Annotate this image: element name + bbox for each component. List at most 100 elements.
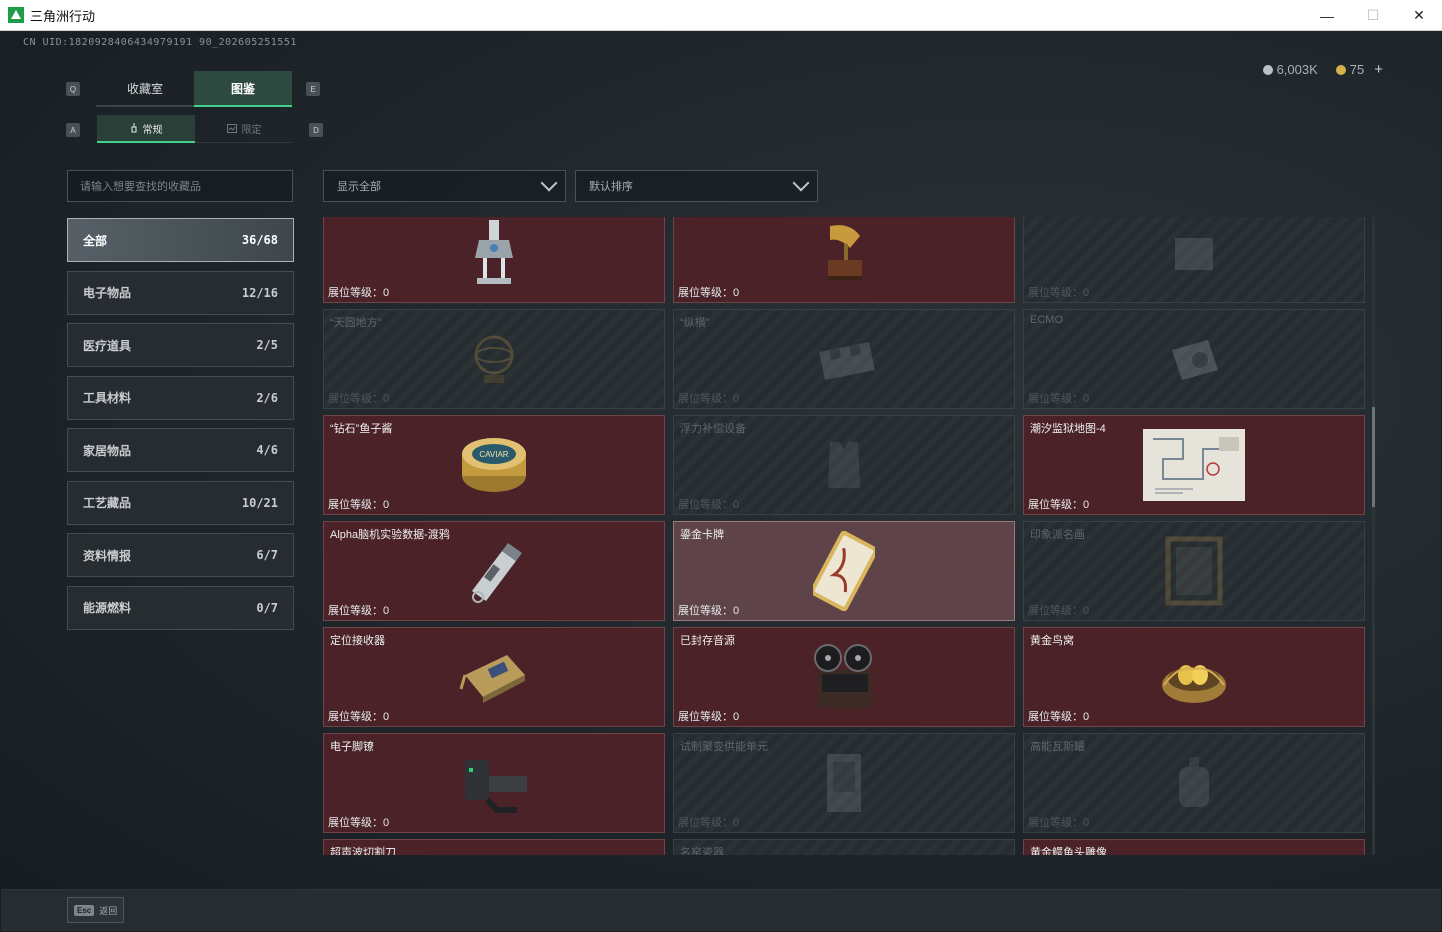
category-household[interactable]: 家居物品 4/6 xyxy=(67,428,294,472)
data-canister-icon xyxy=(458,535,530,607)
collection-card[interactable]: 黄金鳄鱼头雕像展位等级：0 xyxy=(1023,839,1365,855)
card-display-level: 展位等级：0 xyxy=(678,605,740,617)
card-title: “天圆地方” xyxy=(330,317,382,329)
caviar-tin-icon: CAVIAR xyxy=(459,432,529,498)
collection-card[interactable]: 鎏金卡牌展位等级：0 xyxy=(673,521,1015,621)
close-button[interactable]: ✕ xyxy=(1396,0,1442,31)
category-count: 2/6 xyxy=(256,390,278,405)
collection-card[interactable]: 浮力补偿设备 展位等级：0 xyxy=(673,415,1015,515)
category-tools[interactable]: 工具材料 2/6 xyxy=(67,375,294,420)
chevron-down-icon xyxy=(540,174,558,192)
tab-limited[interactable]: 限定 xyxy=(195,115,293,143)
scrollbar-thumb[interactable] xyxy=(1372,407,1375,507)
card-title: 黄金鸟窝 xyxy=(1030,635,1074,647)
category-intel[interactable]: 资料情报 6/7 xyxy=(67,533,294,577)
collection-card[interactable]: 已封存音源 展位等级：0 xyxy=(673,627,1015,727)
golden-nest-icon xyxy=(1158,645,1230,709)
category-energy[interactable]: 能源燃料 0/7 xyxy=(67,585,294,630)
collection-card[interactable]: 电子脚镣 展位等级：0 xyxy=(323,733,665,833)
card-title: “纵横” xyxy=(680,317,710,329)
key-d-hint: D xyxy=(309,123,323,137)
category-label: 医疗道具 xyxy=(83,338,132,353)
card-display-level: 展位等级：0 xyxy=(678,817,740,829)
category-label: 工具材料 xyxy=(83,391,132,405)
limited-tab-icon xyxy=(226,124,237,133)
silver-balance: 6,003K xyxy=(1262,61,1318,78)
key-q-hint: Q xyxy=(66,82,80,96)
card-display-level: 展位等级：0 xyxy=(1028,287,1090,299)
gold-balance[interactable]: 75 + xyxy=(1335,61,1383,78)
card-display-level: 展位等级：0 xyxy=(328,499,390,511)
gramophone-icon xyxy=(820,222,868,284)
card-display-level: 展位等级：0 xyxy=(328,605,390,617)
card-title: 潮汐监狱地图-4 xyxy=(1030,423,1106,435)
gilded-card-icon xyxy=(813,531,875,611)
painting-frame-icon xyxy=(1164,535,1224,607)
esc-key-hint: Esc xyxy=(74,904,95,916)
tab-regular-label: 常规 xyxy=(142,124,163,136)
collection-card[interactable]: 展位等级：0 xyxy=(673,217,1015,303)
card-display-level: 展位等级：0 xyxy=(1028,711,1090,723)
category-list: 全部 36/68 电子物品 12/16 医疗道具 2/5 工具材料 2/6 家居物品 4/… xyxy=(67,218,294,638)
window-title: 三角洲行动 xyxy=(30,8,96,24)
collection-card[interactable]: 潮汐监狱地图-4 展位等级：0 xyxy=(1023,415,1365,515)
filter-show-dropdown[interactable]: 显示全部 xyxy=(323,170,566,202)
collection-card[interactable]: Alpha脑机实验数据-渡鸦 展位等级：0 xyxy=(323,521,665,621)
card-display-level: 展位等级：0 xyxy=(678,287,740,299)
search-input[interactable]: 请输入想要查找的收藏品 xyxy=(67,170,293,202)
back-button[interactable]: Esc 返回 xyxy=(67,897,125,923)
sort-dropdown[interactable]: 默认排序 xyxy=(575,170,818,202)
card-display-level: 展位等级：0 xyxy=(1028,605,1090,617)
collection-card[interactable]: 展位等级：0 xyxy=(1023,217,1365,303)
gas-tank-icon xyxy=(1169,753,1219,813)
collection-card[interactable]: 超声波切割刀展位等级：0 xyxy=(323,839,665,855)
collection-card[interactable]: 展位等级：0 xyxy=(323,217,665,303)
collection-card[interactable]: 试制聚变供能单元 展位等级：0 xyxy=(673,733,1015,833)
category-medical[interactable]: 医疗道具 2/5 xyxy=(67,323,294,367)
window-controls: — ☐ ✕ xyxy=(1304,0,1442,31)
box-icon xyxy=(1169,228,1219,278)
add-currency-button[interactable]: + xyxy=(1374,61,1383,78)
key-e-hint: E xyxy=(306,82,320,96)
collection-card[interactable]: “天圆地方” 展位等级：0 xyxy=(323,309,665,409)
collection-card[interactable]: ECMO 展位等级：0 xyxy=(1023,309,1365,409)
player-uid: CN UID:1820928406434979191 90_2026052515… xyxy=(23,37,297,48)
category-all[interactable]: 全部 36/68 xyxy=(67,218,294,262)
category-count: 12/16 xyxy=(241,285,278,300)
game-viewport: CN UID:1820928406434979191 90_2026052515… xyxy=(1,31,1441,931)
gold-amount: 75 xyxy=(1349,62,1365,77)
card-title: 高能瓦斯罐 xyxy=(1030,741,1085,753)
card-display-level: 展位等级：0 xyxy=(1028,817,1090,829)
card-title: 鎏金卡牌 xyxy=(680,529,724,541)
tab-collection-room[interactable]: 收藏室 xyxy=(96,71,194,107)
collection-card[interactable]: “纵横” 展位等级：0 xyxy=(673,309,1015,409)
grid-scrollbar[interactable] xyxy=(1372,217,1375,855)
card-title: 黄金鳄鱼头雕像 xyxy=(1030,847,1107,855)
maximize-button[interactable]: ☐ xyxy=(1350,0,1396,31)
category-electronics[interactable]: 电子物品 12/16 xyxy=(67,270,294,315)
collection-card[interactable]: 黄金鸟窝展位等级：0 xyxy=(1023,627,1365,727)
collection-card[interactable]: 高能瓦斯罐展位等级：0 xyxy=(1023,733,1365,833)
card-display-level: 展位等级：0 xyxy=(678,393,740,405)
collection-card[interactable]: 名窑瓷器展位等级：0 xyxy=(673,839,1015,855)
collection-grid: 展位等级：0 展位等级：0 展位等级：0 “天圆地方” 展位等级：0 “纵横” 展位等级：0… xyxy=(323,217,1375,855)
card-title: “钻石”鱼子酱 xyxy=(330,423,393,435)
card-title: 定位接收器 xyxy=(330,635,385,647)
collection-card[interactable]: “钻石”鱼子酱 CAVIAR 展位等级：0 xyxy=(323,415,665,515)
collection-grid-inner: 展位等级：0 展位等级：0 展位等级：0 “天圆地方” 展位等级：0 “纵横” 展位等级：0… xyxy=(323,217,1365,855)
tab-regular[interactable]: 常规 xyxy=(97,115,195,143)
main-tabs: 收藏室 图鉴 xyxy=(96,71,292,107)
category-crafts[interactable]: 工艺藏品 10/21 xyxy=(67,480,294,525)
collection-card[interactable]: 定位接收器 展位等级：0 xyxy=(323,627,665,727)
bottom-bar xyxy=(1,889,1441,931)
card-title: 名窑瓷器 xyxy=(680,847,724,855)
tab-catalog[interactable]: 图鉴 xyxy=(194,71,292,107)
card-display-level: 展位等级：0 xyxy=(328,817,390,829)
silver-amount: 6,003K xyxy=(1276,62,1318,77)
minimize-button[interactable]: — xyxy=(1304,0,1350,31)
collection-card[interactable]: 印象派名画 展位等级：0 xyxy=(1023,521,1365,621)
regular-tab-icon xyxy=(131,123,136,133)
fusion-cell-icon xyxy=(821,748,867,818)
machine-icon xyxy=(1164,330,1224,388)
gps-receiver-icon xyxy=(457,645,531,709)
